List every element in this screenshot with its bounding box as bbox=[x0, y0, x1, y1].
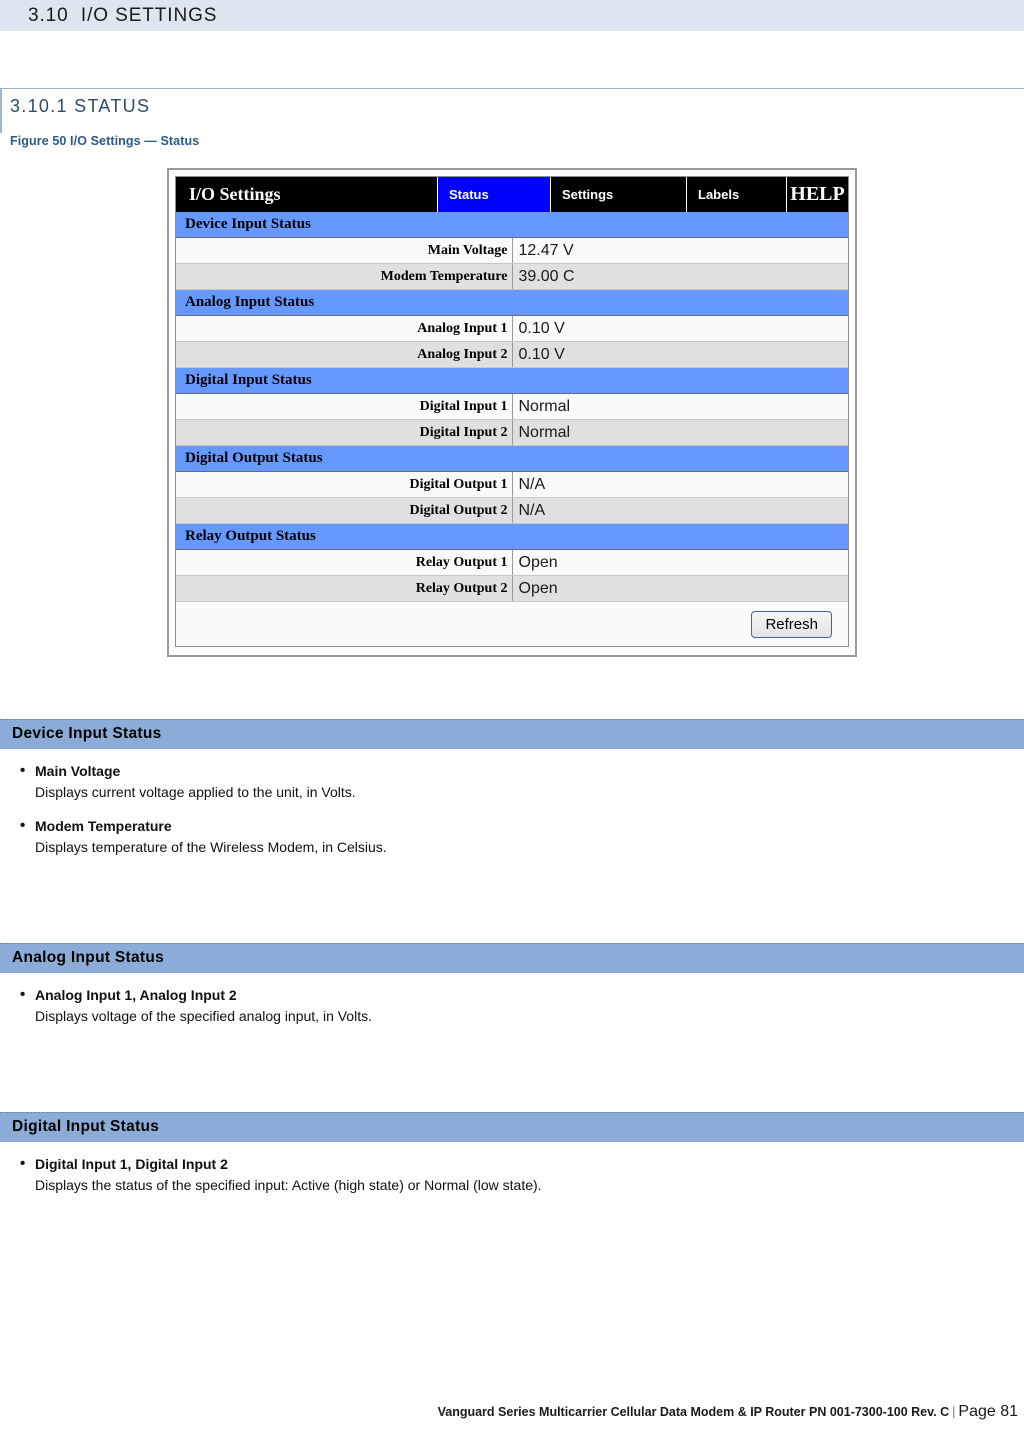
table-section-header: Digital Output Status bbox=[176, 445, 848, 472]
section-header-bar: Device Input Status bbox=[0, 719, 1024, 749]
row-value: Open bbox=[512, 575, 848, 602]
tab-labels[interactable]: Labels bbox=[687, 177, 787, 212]
bullet-description: Displays temperature of the Wireless Mod… bbox=[35, 839, 387, 855]
row-value: Normal bbox=[512, 419, 848, 446]
table-row: Digital Input 2 Normal bbox=[176, 419, 848, 446]
bullet-description: Displays the status of the specified inp… bbox=[35, 1177, 542, 1193]
page-title: 3.10 I/O SETTINGS bbox=[28, 4, 218, 26]
row-label: Relay Output 1 bbox=[176, 549, 513, 576]
table-section-header-row: Analog Input Status bbox=[176, 289, 848, 316]
page-footer: Vanguard Series Multicarrier Cellular Da… bbox=[0, 1403, 1024, 1421]
table-row: Digital Input 1 Normal bbox=[176, 393, 848, 420]
row-value: Open bbox=[512, 549, 848, 576]
bullet-description: Displays current voltage applied to the … bbox=[35, 784, 356, 800]
table-row: Analog Input 1 0.10 V bbox=[176, 315, 848, 342]
footer-text: Vanguard Series Multicarrier Cellular Da… bbox=[437, 1405, 950, 1419]
row-label: Digital Input 1 bbox=[176, 393, 513, 420]
table-row: Digital Output 1 N/A bbox=[176, 471, 848, 498]
row-value: 12.47 V bbox=[512, 237, 848, 264]
subsection-heading: 3.10.1 STATUS bbox=[10, 96, 151, 116]
figure-image-holder: I/O Settings Status Settings Labels HELP… bbox=[0, 168, 1024, 657]
figure-caption: Figure 50 I/O Settings — Status bbox=[10, 134, 200, 148]
bullet-term: Modem Temperature bbox=[0, 817, 1024, 834]
screenshot-inner: I/O Settings Status Settings Labels HELP… bbox=[175, 176, 849, 647]
row-label: Digital Output 1 bbox=[176, 471, 513, 498]
row-label: Analog Input 2 bbox=[176, 341, 513, 368]
table-row: Relay Output 1 Open bbox=[176, 549, 848, 576]
row-label: Modem Temperature bbox=[176, 263, 513, 290]
row-label: Relay Output 2 bbox=[176, 575, 513, 602]
refresh-button-cell: Refresh bbox=[176, 601, 848, 646]
table-footer-row: Refresh bbox=[176, 601, 848, 646]
tab-help[interactable]: HELP bbox=[787, 177, 848, 212]
table-row: Analog Input 2 0.10 V bbox=[176, 341, 848, 368]
bullet-list: Digital Input 1, Digital Input 2 Display… bbox=[0, 1142, 1024, 1193]
description-analog-input-status: Analog Input Status Analog Input 1, Anal… bbox=[0, 943, 1024, 1024]
row-label: Main Voltage bbox=[176, 237, 513, 264]
bullet-term: Main Voltage bbox=[0, 762, 1024, 779]
bullet-term: Analog Input 1, Analog Input 2 bbox=[0, 986, 1024, 1003]
bullet-list: Analog Input 1, Analog Input 2 Displays … bbox=[0, 973, 1024, 1024]
tab-settings[interactable]: Settings bbox=[551, 177, 687, 212]
row-value: Normal bbox=[512, 393, 848, 420]
row-label: Analog Input 1 bbox=[176, 315, 513, 342]
table-section-header: Digital Input Status bbox=[176, 367, 848, 394]
list-item: Modem Temperature Displays temperature o… bbox=[0, 817, 1024, 855]
refresh-button[interactable]: Refresh bbox=[751, 610, 832, 638]
row-value: 39.00 C bbox=[512, 263, 848, 290]
list-item: Analog Input 1, Analog Input 2 Displays … bbox=[0, 986, 1024, 1024]
io-settings-navbar: I/O Settings Status Settings Labels HELP bbox=[176, 177, 848, 212]
section-header-bar: Digital Input Status bbox=[0, 1112, 1024, 1142]
description-device-input-status: Device Input Status Main Voltage Display… bbox=[0, 719, 1024, 855]
section-header-label: Digital Input Status bbox=[12, 1118, 160, 1135]
footer-page-number: Page 81 bbox=[958, 1403, 1018, 1420]
row-label: Digital Input 2 bbox=[176, 419, 513, 446]
section-header-label: Analog Input Status bbox=[12, 949, 165, 966]
table-section-header-row: Digital Input Status bbox=[176, 367, 848, 394]
footer-separator: | bbox=[952, 1405, 956, 1419]
table-row: Digital Output 2 N/A bbox=[176, 497, 848, 524]
description-digital-input-status: Digital Input Status Digital Input 1, Di… bbox=[0, 1112, 1024, 1193]
table-section-header-row: Relay Output Status bbox=[176, 523, 848, 550]
table-row: Relay Output 2 Open bbox=[176, 575, 848, 602]
table-section-header: Relay Output Status bbox=[176, 523, 848, 550]
list-item: Digital Input 1, Digital Input 2 Display… bbox=[0, 1155, 1024, 1193]
table-section-header: Analog Input Status bbox=[176, 289, 848, 316]
screenshot-frame: I/O Settings Status Settings Labels HELP… bbox=[167, 168, 857, 657]
row-label: Digital Output 2 bbox=[176, 497, 513, 524]
table-row: Main Voltage 12.47 V bbox=[176, 237, 848, 264]
bullet-list: Main Voltage Displays current voltage ap… bbox=[0, 749, 1024, 855]
subsection-heading-wrapper: 3.10.1 STATUS bbox=[0, 88, 1024, 133]
table-section-header-row: Digital Output Status bbox=[176, 445, 848, 472]
section-header-bar: Analog Input Status bbox=[0, 943, 1024, 973]
io-status-table: Device Input Status Main Voltage 12.47 V… bbox=[176, 212, 848, 646]
section-header-label: Device Input Status bbox=[12, 725, 162, 742]
io-settings-brand: I/O Settings bbox=[176, 177, 438, 212]
tab-status[interactable]: Status bbox=[438, 177, 551, 212]
row-value: N/A bbox=[512, 497, 848, 524]
bullet-term: Digital Input 1, Digital Input 2 bbox=[0, 1155, 1024, 1172]
row-value: 0.10 V bbox=[512, 341, 848, 368]
list-item: Main Voltage Displays current voltage ap… bbox=[0, 762, 1024, 800]
row-value: N/A bbox=[512, 471, 848, 498]
table-section-header-row: Device Input Status bbox=[176, 212, 848, 238]
row-value: 0.10 V bbox=[512, 315, 848, 342]
chapter-title-band: 3.10 I/O SETTINGS bbox=[0, 0, 1024, 31]
bullet-description: Displays voltage of the specified analog… bbox=[35, 1008, 372, 1024]
table-row: Modem Temperature 39.00 C bbox=[176, 263, 848, 290]
table-section-header: Device Input Status bbox=[176, 212, 848, 238]
